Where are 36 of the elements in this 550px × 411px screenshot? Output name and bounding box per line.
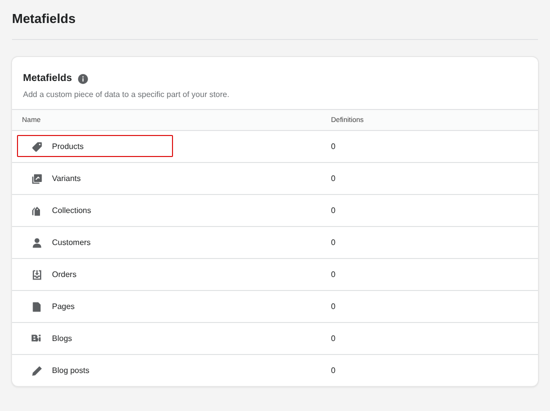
tag-icon (31, 140, 43, 152)
row-name: Customers (52, 238, 91, 247)
table-row[interactable]: Products 0 (12, 130, 538, 162)
card-title: Metafields (23, 73, 72, 84)
page-icon (31, 300, 43, 312)
tags-icon (31, 204, 43, 216)
person-icon (31, 236, 43, 248)
table-row[interactable]: Customers 0 (12, 226, 538, 258)
blog-icon (31, 332, 43, 344)
table-row[interactable]: Orders 0 (12, 258, 538, 290)
table-row[interactable]: Pages 0 (12, 290, 538, 322)
page-title: Metafields (11, 10, 77, 28)
row-name: Blogs (52, 334, 72, 343)
definitions-count: 0 (331, 302, 336, 311)
row-name: Orders (52, 270, 76, 279)
table-row[interactable]: Blogs 0 (12, 322, 538, 354)
table-row[interactable]: Variants 0 (12, 162, 538, 194)
definitions-count: 0 (331, 142, 336, 151)
definitions-count: 0 (331, 174, 336, 183)
definitions-count: 0 (331, 366, 336, 375)
pencil-icon (31, 364, 43, 376)
inbox-icon (31, 268, 43, 280)
row-name: Pages (52, 302, 75, 311)
row-name: Products (52, 142, 84, 151)
definitions-count: 0 (331, 270, 336, 279)
card-description: Add a custom piece of data to a specific part of your store. (23, 90, 230, 99)
stacked-images-icon (31, 172, 43, 184)
table-row[interactable]: Blog posts 0 (12, 354, 538, 386)
row-name: Blog posts (52, 366, 90, 375)
definitions-count: 0 (331, 238, 336, 247)
table-row[interactable]: Collections 0 (12, 194, 538, 226)
row-name: Variants (52, 174, 81, 183)
definitions-count: 0 (331, 334, 336, 343)
row-name: Collections (52, 206, 92, 215)
definitions-count: 0 (331, 206, 336, 215)
info-icon[interactable] (78, 74, 88, 84)
